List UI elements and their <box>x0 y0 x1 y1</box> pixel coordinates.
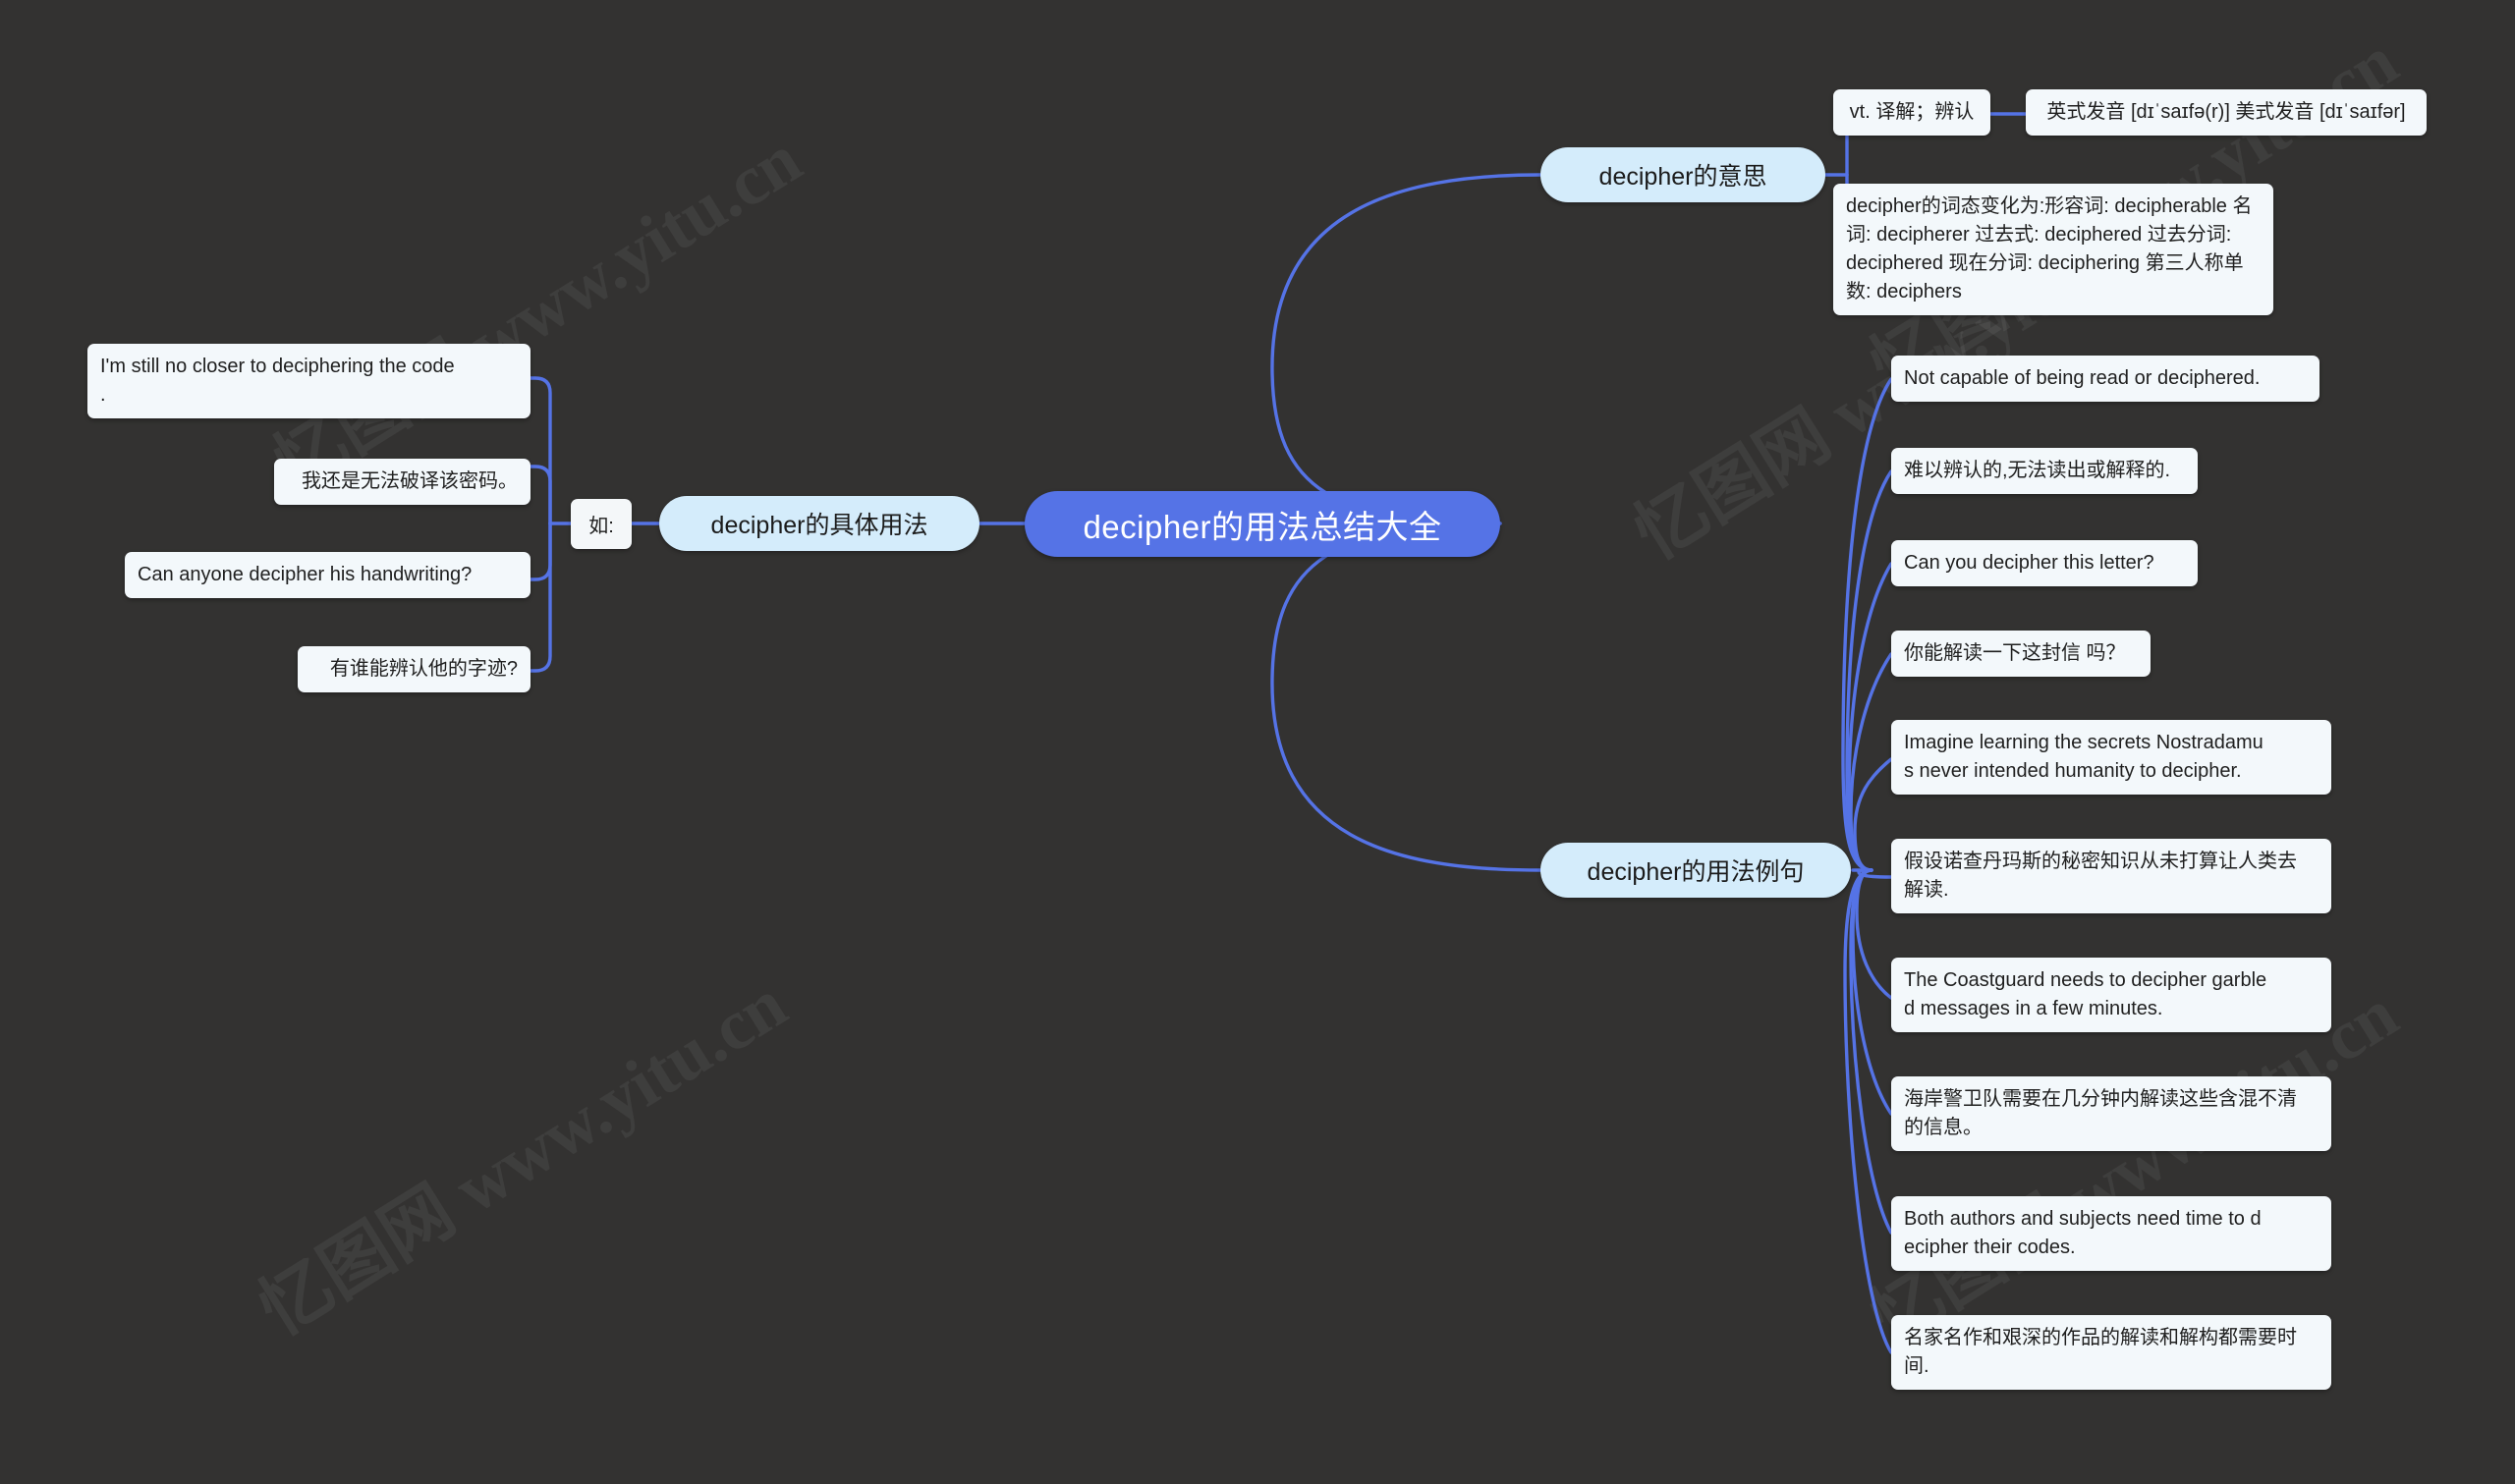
branch-usage[interactable]: decipher的具体用法 <box>659 496 979 551</box>
watermark: 忆图网 www.yitu.cn <box>260 119 814 506</box>
example-sentence-9[interactable]: Both authors and subjects need time to d… <box>1891 1196 2331 1271</box>
example-sentence-4[interactable]: 你能解读一下这封信 吗？ <box>1891 631 2151 677</box>
mindmap-canvas: 忆图网 www.yitu.cn 忆图网 www.yitu.cn 忆图网 www.… <box>0 0 2515 1484</box>
watermark: 忆图网 www.yitu.cn <box>246 963 800 1350</box>
example-sentence-5[interactable]: Imagine learning the secrets Nostradamu … <box>1891 720 2331 795</box>
root-node[interactable]: decipher的用法总结大全 <box>1025 491 1500 557</box>
example-sentence-1[interactable]: Not capable of being read or deciphered. <box>1891 356 2319 402</box>
usage-example-2-en[interactable]: Can anyone decipher his handwriting? <box>125 552 531 598</box>
branch-meaning[interactable]: decipher的意思 <box>1540 147 1825 202</box>
usage-connector-tag[interactable]: 如: <box>571 499 632 549</box>
example-sentence-2[interactable]: 难以辨认的,无法读出或解释的. <box>1891 448 2198 494</box>
example-sentence-8[interactable]: 海岸警卫队需要在几分钟内解读这些含混不清 的信息。 <box>1891 1076 2331 1151</box>
usage-example-2-cn[interactable]: 有谁能辨认他的字迹? <box>298 646 531 692</box>
branch-examples[interactable]: decipher的用法例句 <box>1540 843 1851 898</box>
meaning-child-definition[interactable]: vt. 译解；辨认 <box>1833 89 1990 136</box>
meaning-grandchild-pronunciation[interactable]: 英式发音 [dɪˈsaɪfə(r)] 美式发音 [dɪˈsaɪfər] <box>2026 89 2427 136</box>
meaning-child-word-forms[interactable]: decipher的词态变化为:形容词: decipherable 名词: dec… <box>1833 184 2273 315</box>
example-sentence-7[interactable]: The Coastguard needs to decipher garble … <box>1891 958 2331 1032</box>
example-sentence-6[interactable]: 假设诺查丹玛斯的秘密知识从未打算让人类去 解读. <box>1891 839 2331 913</box>
example-sentence-3[interactable]: Can you decipher this letter? <box>1891 540 2198 586</box>
example-sentence-10[interactable]: 名家名作和艰深的作品的解读和解构都需要时 间. <box>1891 1315 2331 1390</box>
usage-example-1-cn[interactable]: 我还是无法破译该密码。 <box>274 459 531 505</box>
usage-example-1-en[interactable]: I'm still no closer to deciphering the c… <box>87 344 531 418</box>
